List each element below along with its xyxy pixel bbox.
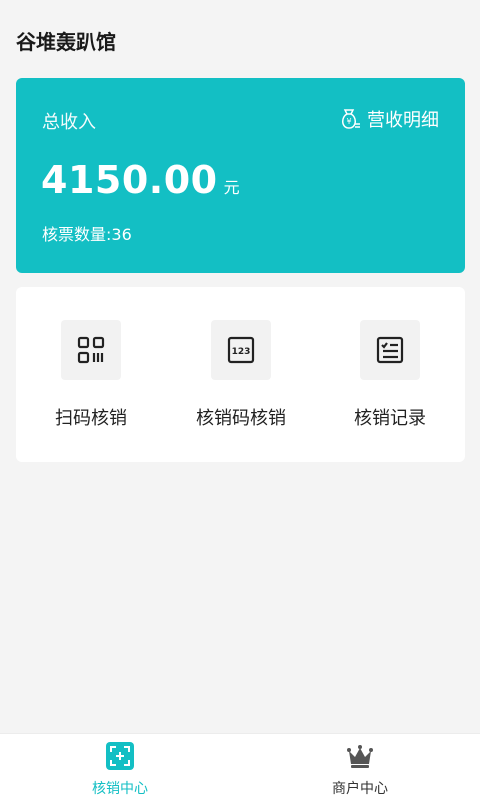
code-verify-icon-box: 123 [211,320,271,380]
page-title: 谷堆轰趴馆 [0,0,480,84]
income-amount-value: 4150.00 [41,158,218,202]
income-amount: 4150.00 元 [41,158,240,202]
total-income-label: 总收入 [42,112,96,133]
bottom-tab-bar: 核销中心 商户中心 [0,733,480,800]
scan-verify-icon-box [61,320,121,380]
code-verify-button[interactable]: 123 核销码核销 [166,287,316,462]
page-title-text: 谷堆轰趴馆 [16,30,116,54]
verify-record-button[interactable]: 核销记录 [315,287,465,462]
tab-verify-center[interactable]: 核销中心 [0,734,240,800]
scan-verify-label: 扫码核销 [55,408,127,429]
income-amount-unit: 元 [223,178,240,197]
revenue-detail-link[interactable]: ¥ 营收明细 [337,106,439,132]
tab-merchant-center[interactable]: 商户中心 [240,734,480,800]
verify-record-label: 核销记录 [354,408,426,429]
ticket-count: 核票数量:36 [42,225,132,244]
svg-text:¥: ¥ [346,117,351,126]
actions-card: 扫码核销 123 核销码核销 核销记录 [16,287,465,462]
crown-icon [347,745,373,768]
money-bag-icon: ¥ [342,109,360,129]
svg-text:123: 123 [232,347,251,357]
number-code-icon: 123 [227,336,255,364]
code-verify-label: 核销码核销 [196,408,286,429]
verify-record-icon-box [360,320,420,380]
tab-verify-center-label: 核销中心 [92,781,148,797]
scan-frame-icon [106,742,134,770]
tab-merchant-center-label: 商户中心 [332,781,388,797]
record-list-icon [376,336,404,364]
scan-verify-button[interactable]: 扫码核销 [16,287,166,462]
income-card: 总收入 ¥ 营收明细 4150.00 元 核票数量:36 [16,78,465,273]
revenue-detail-label: 营收明细 [367,110,439,131]
qr-scan-icon [77,336,105,364]
